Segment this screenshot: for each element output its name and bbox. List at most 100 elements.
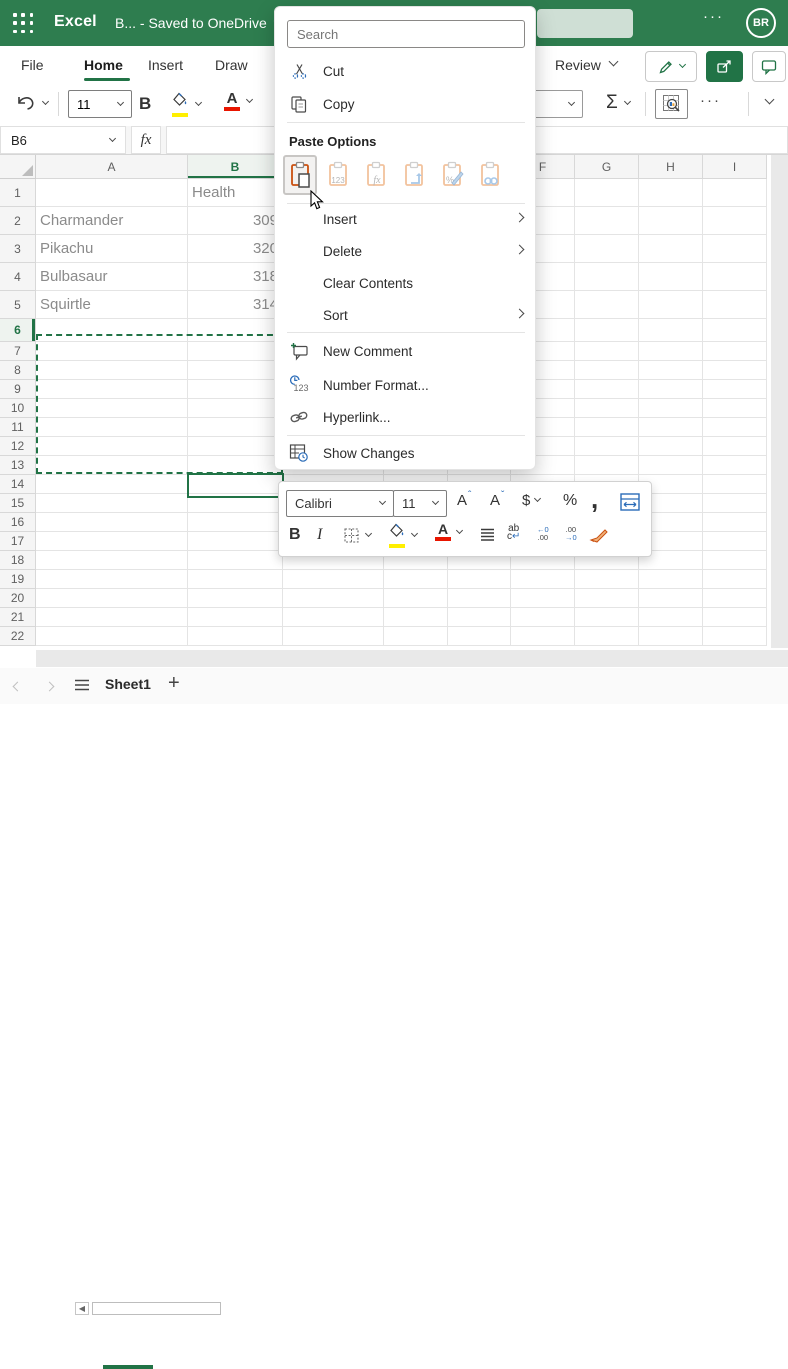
app-launcher-icon[interactable] [13, 13, 34, 34]
column-header-I[interactable]: I [703, 155, 767, 179]
row-header-22[interactable]: 22 [0, 627, 36, 646]
cell-H22[interactable] [639, 627, 703, 646]
cell-F21[interactable] [511, 608, 575, 627]
font-color-button[interactable]: A [224, 91, 254, 111]
cell-B8[interactable] [188, 361, 283, 380]
vertical-scrollbar[interactable]: ▲ ▼ [771, 155, 788, 648]
cell-A17[interactable] [36, 532, 188, 551]
cell-A10[interactable] [36, 399, 188, 418]
row-header-8[interactable]: 8 [0, 361, 36, 380]
autofit-button[interactable] [619, 492, 641, 512]
cell-I11[interactable] [703, 418, 767, 437]
cell-A20[interactable] [36, 589, 188, 608]
cell-A12[interactable] [36, 437, 188, 456]
cell-H6[interactable] [639, 319, 703, 342]
cell-I8[interactable] [703, 361, 767, 380]
cell-B7[interactable] [188, 342, 283, 361]
cell-I6[interactable] [703, 319, 767, 342]
cell-B6[interactable] [188, 319, 283, 342]
toolbar-more-button[interactable]: ··· [700, 92, 721, 109]
tab-draw[interactable]: Draw [215, 57, 248, 73]
cell-D19[interactable] [384, 570, 448, 589]
select-all-corner[interactable] [0, 155, 36, 179]
cell-E21[interactable] [448, 608, 511, 627]
cell-A7[interactable] [36, 342, 188, 361]
cell-B21[interactable] [188, 608, 283, 627]
cell-B20[interactable] [188, 589, 283, 608]
editing-mode-button[interactable] [645, 51, 697, 82]
cell-I21[interactable] [703, 608, 767, 627]
cell-I10[interactable] [703, 399, 767, 418]
cell-A21[interactable] [36, 608, 188, 627]
row-header-12[interactable]: 12 [0, 437, 36, 456]
mini-bold-button[interactable]: B [289, 526, 301, 544]
mini-font-size-dropdown[interactable]: 11 [393, 490, 447, 517]
paste-formatting-button[interactable]: % [435, 155, 469, 195]
cell-G2[interactable] [575, 207, 639, 235]
cell-A19[interactable] [36, 570, 188, 589]
cell-I9[interactable] [703, 380, 767, 399]
row-header-11[interactable]: 11 [0, 418, 36, 437]
cell-B15[interactable] [188, 494, 283, 513]
cell-H1[interactable] [639, 179, 703, 207]
ribbon-tabs-chevron-icon[interactable] [608, 56, 619, 67]
cell-H7[interactable] [639, 342, 703, 361]
cell-A3[interactable]: Pikachu [36, 235, 188, 263]
borders-button[interactable] [343, 527, 373, 544]
insert-function-button[interactable]: fx [131, 126, 161, 154]
cell-H2[interactable] [639, 207, 703, 235]
tab-file[interactable]: File [21, 57, 44, 73]
menu-item-number-format[interactable]: 123 Number Format... [275, 370, 537, 400]
cell-I13[interactable] [703, 456, 767, 475]
cell-B19[interactable] [188, 570, 283, 589]
row-header-5[interactable]: 5 [0, 291, 36, 319]
mini-italic-button[interactable]: I [317, 526, 322, 544]
menu-item-copy[interactable]: Copy [275, 89, 537, 119]
cell-H8[interactable] [639, 361, 703, 380]
cell-H11[interactable] [639, 418, 703, 437]
cell-I2[interactable] [703, 207, 767, 235]
cell-B17[interactable] [188, 532, 283, 551]
menu-item-new-comment[interactable]: New Comment [275, 336, 537, 366]
menu-item-delete[interactable]: Delete [275, 236, 537, 266]
find-button[interactable] [655, 89, 688, 119]
row-header-6[interactable]: 6 [0, 319, 36, 342]
cell-H12[interactable] [639, 437, 703, 456]
document-title[interactable]: B... - Saved to OneDrive [115, 15, 282, 31]
wrap-text-button[interactable]: ab c↵ [507, 524, 520, 542]
paste-link-button[interactable] [473, 155, 507, 195]
menu-item-show-changes[interactable]: Show Changes [275, 438, 537, 468]
tab-review[interactable]: Review [555, 57, 601, 73]
grow-font-button[interactable]: Aˆ [457, 490, 471, 509]
avatar[interactable]: BR [746, 8, 776, 38]
cell-F22[interactable] [511, 627, 575, 646]
cell-C20[interactable] [283, 589, 384, 608]
menu-item-sort[interactable]: Sort [275, 300, 537, 330]
cell-A15[interactable] [36, 494, 188, 513]
cell-H9[interactable] [639, 380, 703, 399]
font-size-dropdown[interactable]: 11 [68, 90, 132, 118]
cell-B22[interactable] [188, 627, 283, 646]
cell-H10[interactable] [639, 399, 703, 418]
cell-I22[interactable] [703, 627, 767, 646]
cell-E22[interactable] [448, 627, 511, 646]
cell-I20[interactable] [703, 589, 767, 608]
cell-H4[interactable] [639, 263, 703, 291]
undo-button[interactable] [16, 94, 50, 112]
row-header-7[interactable]: 7 [0, 342, 36, 361]
cell-I3[interactable] [703, 235, 767, 263]
row-header-18[interactable]: 18 [0, 551, 36, 570]
mini-fill-color-button[interactable] [389, 523, 419, 548]
cell-G9[interactable] [575, 380, 639, 399]
next-sheet-chevron-icon[interactable] [44, 677, 55, 693]
cell-I7[interactable] [703, 342, 767, 361]
row-header-19[interactable]: 19 [0, 570, 36, 589]
increase-decimal-button[interactable]: .00 →0 [565, 526, 577, 541]
cell-G8[interactable] [575, 361, 639, 380]
cell-B16[interactable] [188, 513, 283, 532]
cell-A11[interactable] [36, 418, 188, 437]
fill-color-button[interactable] [172, 92, 203, 117]
cell-G11[interactable] [575, 418, 639, 437]
cell-E19[interactable] [448, 570, 511, 589]
cell-I19[interactable] [703, 570, 767, 589]
